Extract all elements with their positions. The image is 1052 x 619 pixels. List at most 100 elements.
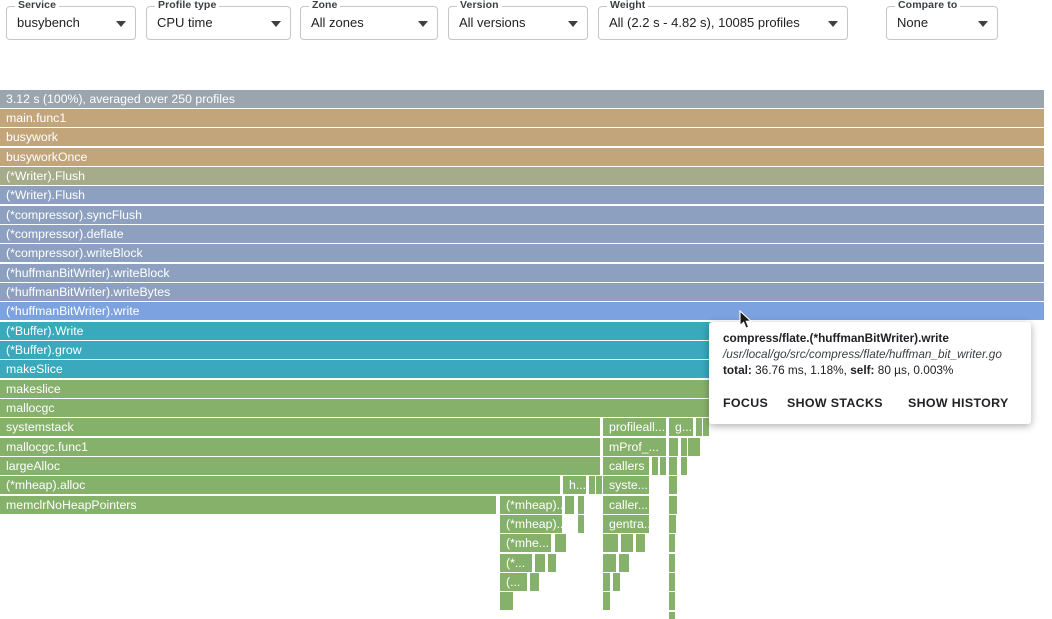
flame-frame[interactable] — [603, 573, 611, 592]
flame-frame[interactable]: mallocgc.func1 — [0, 438, 601, 457]
filter-zone-value: All zones — [311, 15, 364, 30]
flame-frame[interactable]: gentra... — [603, 515, 650, 534]
flame-frame[interactable] — [578, 496, 585, 515]
chevron-down-icon[interactable] — [568, 21, 578, 27]
flame-frame[interactable]: 3.12 s (100%), averaged over 250 profile… — [0, 90, 1045, 109]
flame-frame[interactable]: (*huffmanBitWriter).writeBytes — [0, 283, 1045, 302]
flame-frame[interactable]: (*mheap).... — [500, 496, 563, 515]
flame-frame[interactable] — [669, 612, 676, 619]
mouse-cursor — [739, 310, 752, 335]
filter-compare-to[interactable]: Compare toNone — [886, 6, 998, 40]
flame-frame[interactable] — [660, 457, 667, 476]
flame-frame[interactable] — [500, 592, 514, 611]
flame-frame[interactable]: (... — [500, 573, 528, 592]
flame-frame[interactable]: mallocgc — [0, 399, 714, 418]
flame-frame[interactable] — [681, 457, 688, 476]
flame-frame[interactable] — [603, 534, 619, 553]
tooltip-function-name: compress/flate.(*huffmanBitWriter).write — [723, 331, 949, 345]
flame-frame[interactable]: memclrNoHeapPointers — [0, 496, 497, 515]
flame-frame[interactable] — [603, 554, 617, 573]
filter-profile-type[interactable]: Profile typeCPU time — [146, 6, 291, 40]
flame-frame[interactable]: (*huffmanBitWriter).writeBlock — [0, 264, 1045, 283]
flame-frame[interactable]: (*Buffer).Write — [0, 322, 716, 341]
tooltip-self-label: self: — [850, 363, 874, 377]
flame-frame[interactable] — [669, 534, 676, 553]
tooltip-show-history-button[interactable]: SHOW HISTORY — [908, 396, 1009, 410]
flame-frame[interactable]: (*compressor).syncFlush — [0, 206, 1045, 225]
filter-version-label: Version — [457, 0, 502, 11]
flame-frame[interactable]: (*Writer).Flush — [0, 186, 1045, 205]
flame-frame[interactable] — [669, 554, 676, 573]
flame-frame[interactable]: callers — [603, 457, 650, 476]
flame-frame[interactable]: (*mhe... — [500, 534, 552, 553]
flame-frame[interactable]: (*compressor).writeBlock — [0, 244, 1045, 263]
flame-frame[interactable]: systemstack — [0, 418, 601, 437]
flame-frame[interactable]: (*... — [500, 554, 533, 573]
flame-frame[interactable]: h... — [563, 476, 587, 495]
flame-frame[interactable]: (*compressor).deflate — [0, 225, 1045, 244]
flame-frame[interactable]: g... — [669, 418, 694, 437]
flame-frame[interactable] — [681, 438, 688, 457]
flame-frame[interactable] — [535, 554, 546, 573]
tooltip-stats: total: 36.76 ms, 1.18%, self: 80 µs, 0.0… — [723, 363, 953, 377]
flame-frame[interactable] — [669, 592, 676, 611]
flame-frame[interactable] — [565, 496, 575, 515]
flame-frame[interactable] — [621, 534, 634, 553]
flame-frame[interactable] — [548, 554, 557, 573]
filter-profile-type-label: Profile type — [155, 0, 219, 11]
flame-frame[interactable]: main.func1 — [0, 109, 1045, 128]
tooltip-focus-button[interactable]: FOCUS — [723, 396, 768, 410]
flame-frame[interactable]: profileall... — [603, 418, 667, 437]
flame-frame[interactable] — [669, 457, 678, 476]
filter-version[interactable]: VersionAll versions — [448, 6, 588, 40]
flame-frame[interactable] — [578, 515, 585, 534]
flame-frame[interactable]: largeAlloc — [0, 457, 601, 476]
flame-frame[interactable]: (*Writer).Flush — [0, 167, 1045, 186]
flame-frame[interactable] — [555, 534, 567, 553]
flame-frame[interactable] — [669, 476, 678, 495]
flame-frame[interactable]: busywork — [0, 128, 1045, 147]
flame-frame[interactable] — [589, 476, 596, 495]
flame-frame[interactable]: (*huffmanBitWriter).write — [0, 302, 1045, 321]
flame-frame[interactable]: syste... — [603, 476, 650, 495]
tooltip-total-value: 36.76 ms, 1.18%, — [755, 363, 847, 377]
flame-frame[interactable] — [596, 476, 603, 495]
flame-frame[interactable]: mProf_... — [603, 438, 667, 457]
flame-frame[interactable]: makeSlice — [0, 360, 716, 379]
chevron-down-icon[interactable] — [271, 21, 281, 27]
flame-frame[interactable]: caller... — [603, 496, 650, 515]
chevron-down-icon[interactable] — [828, 21, 838, 27]
flame-frame[interactable]: (*Buffer).grow — [0, 341, 716, 360]
flame-frame[interactable]: (*mheap).alloc — [0, 476, 561, 495]
flame-frame[interactable] — [669, 573, 676, 592]
flame-frame[interactable] — [636, 534, 646, 553]
flame-frame[interactable] — [613, 573, 621, 592]
flame-frame[interactable] — [669, 496, 678, 515]
flame-frame[interactable] — [652, 457, 659, 476]
flame-frame[interactable] — [619, 554, 630, 573]
flame-frame[interactable]: busyworkOnce — [0, 148, 1045, 167]
flame-frame[interactable] — [603, 592, 611, 611]
filter-service-value: busybench — [17, 15, 80, 30]
filter-compare-to-label: Compare to — [895, 0, 960, 11]
flame-frame[interactable]: makeslice — [0, 380, 714, 399]
tooltip-show-stacks-button[interactable]: SHOW STACKS — [787, 396, 883, 410]
filter-version-value: All versions — [459, 15, 525, 30]
filter-bar: ServicebusybenchProfile typeCPU timeZone… — [0, 0, 1052, 48]
flame-frame[interactable] — [530, 573, 540, 592]
filter-weight[interactable]: WeightAll (2.2 s - 4.82 s), 10085 profil… — [598, 6, 848, 40]
filter-weight-label: Weight — [607, 0, 648, 11]
chevron-down-icon[interactable] — [418, 21, 428, 27]
filter-profile-type-value: CPU time — [157, 15, 213, 30]
filter-service-label: Service — [15, 0, 59, 11]
flame-frame[interactable] — [694, 438, 701, 457]
chevron-down-icon[interactable] — [978, 21, 988, 27]
flame-frame[interactable] — [669, 515, 677, 534]
flame-frame[interactable] — [696, 418, 703, 437]
filter-service[interactable]: Servicebusybench — [6, 6, 136, 40]
chevron-down-icon[interactable] — [116, 21, 126, 27]
flame-frame[interactable] — [669, 438, 679, 457]
frame-tooltip: compress/flate.(*huffmanBitWriter).write… — [709, 322, 1031, 424]
flame-frame[interactable]: (*mheap).... — [500, 515, 563, 534]
filter-zone[interactable]: ZoneAll zones — [300, 6, 438, 40]
